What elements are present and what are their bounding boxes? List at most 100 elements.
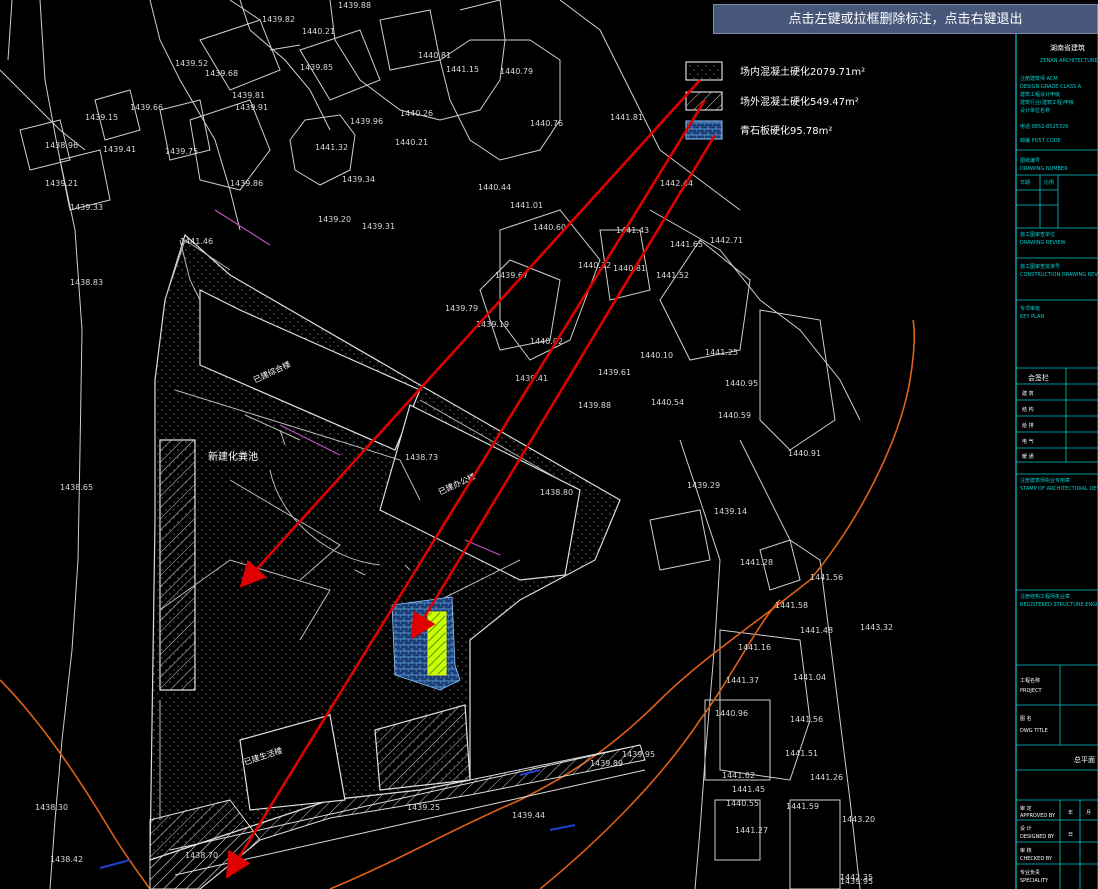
elevation-label: 1441.52 (656, 271, 689, 280)
tb-row-designed: 设 计 (1020, 825, 1032, 832)
tb-row-speciality-en: SPECIALITY (1020, 878, 1049, 884)
elevation-label: 1441.15 (446, 65, 479, 74)
legend: 场内混凝土硬化2079.71m² 场外混凝土硬化549.47m² 青石板硬化95… (685, 61, 865, 140)
elevation-label: 1439.75 (165, 147, 198, 156)
elevation-label: 1438.80 (540, 488, 573, 497)
elevation-label: 1441.45 (732, 785, 765, 794)
elevation-label: 1441.46 (180, 237, 213, 246)
elevation-label: 1440.81 (418, 51, 451, 60)
tb-row-checked-en: CHECKED BY (1020, 856, 1053, 862)
elevation-label: 1439.85 (300, 63, 333, 72)
tb-signature-header: 会签栏 (1028, 373, 1049, 382)
elevation-label: 1441.58 (775, 601, 808, 610)
elevation-label: 1440.10 (640, 351, 673, 360)
tb-sign-row-3: 电 气 (1022, 438, 1034, 445)
tb-row-approved-en: APPROVED BY (1020, 813, 1056, 819)
svg-text:电话 0852-8525326: 电话 0852-8525326 (1020, 123, 1068, 130)
tb-col-year: 年 (1068, 809, 1073, 816)
elevation-label: 1441.28 (740, 558, 773, 567)
elevation-label: 1440.54 (651, 398, 684, 407)
elevation-label: 1440.44 (478, 183, 511, 192)
elevation-label: 1441.26 (810, 773, 843, 782)
elevation-label: 1439.33 (70, 203, 103, 212)
svg-text:建筑工程设计甲级: 建筑工程设计甲级 (1020, 91, 1060, 98)
elevation-label: 1440.21 (302, 27, 335, 36)
tb-drawing-code: 总平面 (1074, 755, 1095, 764)
svg-text:施工图审查批准号: 施工图审查批准号 (1020, 263, 1060, 270)
elevation-label: 1439.41 (103, 145, 136, 154)
svg-text:DRAWING REVIEW: DRAWING REVIEW (1020, 240, 1066, 246)
elevation-label: 1443.32 (860, 623, 893, 632)
elevation-label: 1439.15 (85, 113, 118, 122)
new-septic-label: 新建化粪池 (208, 450, 258, 463)
bluestone-paving-area (391, 596, 461, 691)
elevation-label: 1439.66 (130, 103, 163, 112)
elevation-label: 1439.25 (407, 803, 440, 812)
legend-swatch-dots (685, 61, 723, 81)
tb-col-day: 日 (1068, 832, 1073, 838)
svg-text:设计单位名称: 设计单位名称 (1020, 107, 1050, 114)
svg-text:DESIGN GRADE CLASS A: DESIGN GRADE CLASS A (1020, 84, 1082, 90)
elevation-label: 1441.65 (670, 240, 703, 249)
elevation-label: 1441.56 (810, 573, 843, 582)
tb-sign-row-4: 暖 通 (1022, 453, 1034, 460)
legend-label-dots: 场内混凝土硬化2079.71m² (740, 65, 865, 78)
elevation-label: 1439.14 (714, 507, 747, 516)
elevation-label: 1441.37 (726, 676, 759, 685)
svg-text:STAMP OF ARCHITECTURAL DESIGN: STAMP OF ARCHITECTURAL DESIGN (1020, 486, 1098, 492)
tb-sign-row-1: 结 构 (1022, 406, 1034, 413)
tb-firm: 湖南省建筑 (1050, 43, 1085, 52)
elevation-label: 1439.81 (232, 91, 265, 100)
elevation-label: 1440.21 (395, 138, 428, 147)
elevation-label: 1441.04 (793, 673, 826, 682)
elevation-label: 1441.62 (722, 771, 755, 780)
elevation-label: 1438.73 (405, 453, 438, 462)
title-block: 湖南省建筑 ZENAN ARCHITECTURE 注册建筑师 ACM DESIG… (1015, 34, 1098, 889)
elevation-label: 1439.20 (318, 215, 351, 224)
elevation-label: 1439.61 (598, 368, 631, 377)
elevation-label: 1439.34 (342, 175, 375, 184)
elevation-label: 1441.43 (616, 226, 649, 235)
elevation-label: 1439.95 (622, 750, 655, 759)
elevation-label: 1438.83 (70, 278, 103, 287)
elevation-label: 1438.42 (50, 855, 83, 864)
elevation-label: 1439.79 (445, 304, 478, 313)
elevation-label: 1439.96 (350, 117, 383, 126)
tb-sign-row-0: 建 筑 (1022, 390, 1034, 397)
elevation-label: 1440.60 (533, 223, 566, 232)
elevation-label: 1439.82 (262, 15, 295, 24)
tb-row-dwg: 图 名 (1020, 715, 1032, 722)
elevation-label: 1439.31 (362, 222, 395, 231)
cad-drawing-canvas[interactable]: 1439.82 1439.88 1440.21 1439.521439.68 1439.… (0, 0, 1098, 889)
highlighted-selection (427, 611, 447, 676)
elevation-label: 1441.51 (785, 749, 818, 758)
svg-text:REGISTERED STRUCTURE ENGINEER: REGISTERED STRUCTURE ENGINEER (1020, 602, 1098, 608)
svg-text:注册建筑师执业专用章: 注册建筑师执业专用章 (1020, 477, 1070, 484)
elevation-label: 1440.59 (718, 411, 751, 420)
svg-text:注册结构工程师执业章: 注册结构工程师执业章 (1020, 593, 1070, 600)
elevation-label: 1440.55 (726, 799, 759, 808)
tb-row-project: 工程名称 (1020, 677, 1040, 684)
svg-text:KEY PLAN: KEY PLAN (1020, 314, 1044, 320)
elevation-label: 1442.71 (710, 236, 743, 245)
elevation-label: 1439.44 (512, 811, 545, 820)
legend-label-brick: 青石板硬化95.78m² (740, 124, 832, 137)
tb-sign-row-2: 给 排 (1022, 422, 1034, 429)
elevation-label: 1439.52 (175, 59, 208, 68)
elevation-label: 1439.88 (578, 401, 611, 410)
svg-text:建筑行业(建筑工程)甲级: 建筑行业(建筑工程)甲级 (1020, 99, 1074, 106)
elevation-label: 1439.86 (230, 179, 263, 188)
tb-col-month: 月 (1086, 810, 1091, 816)
elevation-label: 1440.81 (613, 264, 646, 273)
tb-row-checked: 审 核 (1020, 847, 1032, 854)
legend-label-hatch: 场外混凝土硬化549.47m² (740, 95, 859, 108)
svg-text:邮编 POST CODE: 邮编 POST CODE (1020, 137, 1061, 144)
elevation-label: 1441.81 (610, 113, 643, 122)
elevation-label: 1438.30 (35, 803, 68, 812)
elevation-label: 1441.25 (705, 348, 738, 357)
svg-text:施工图审查单位: 施工图审查单位 (1020, 231, 1055, 238)
svg-text:图纸编号: 图纸编号 (1020, 157, 1040, 164)
tb-row-approved: 审 定 (1020, 805, 1032, 812)
tb-row-dwg-en: DWG TITLE (1020, 728, 1048, 734)
elevation-label: 1439.91 (235, 103, 268, 112)
